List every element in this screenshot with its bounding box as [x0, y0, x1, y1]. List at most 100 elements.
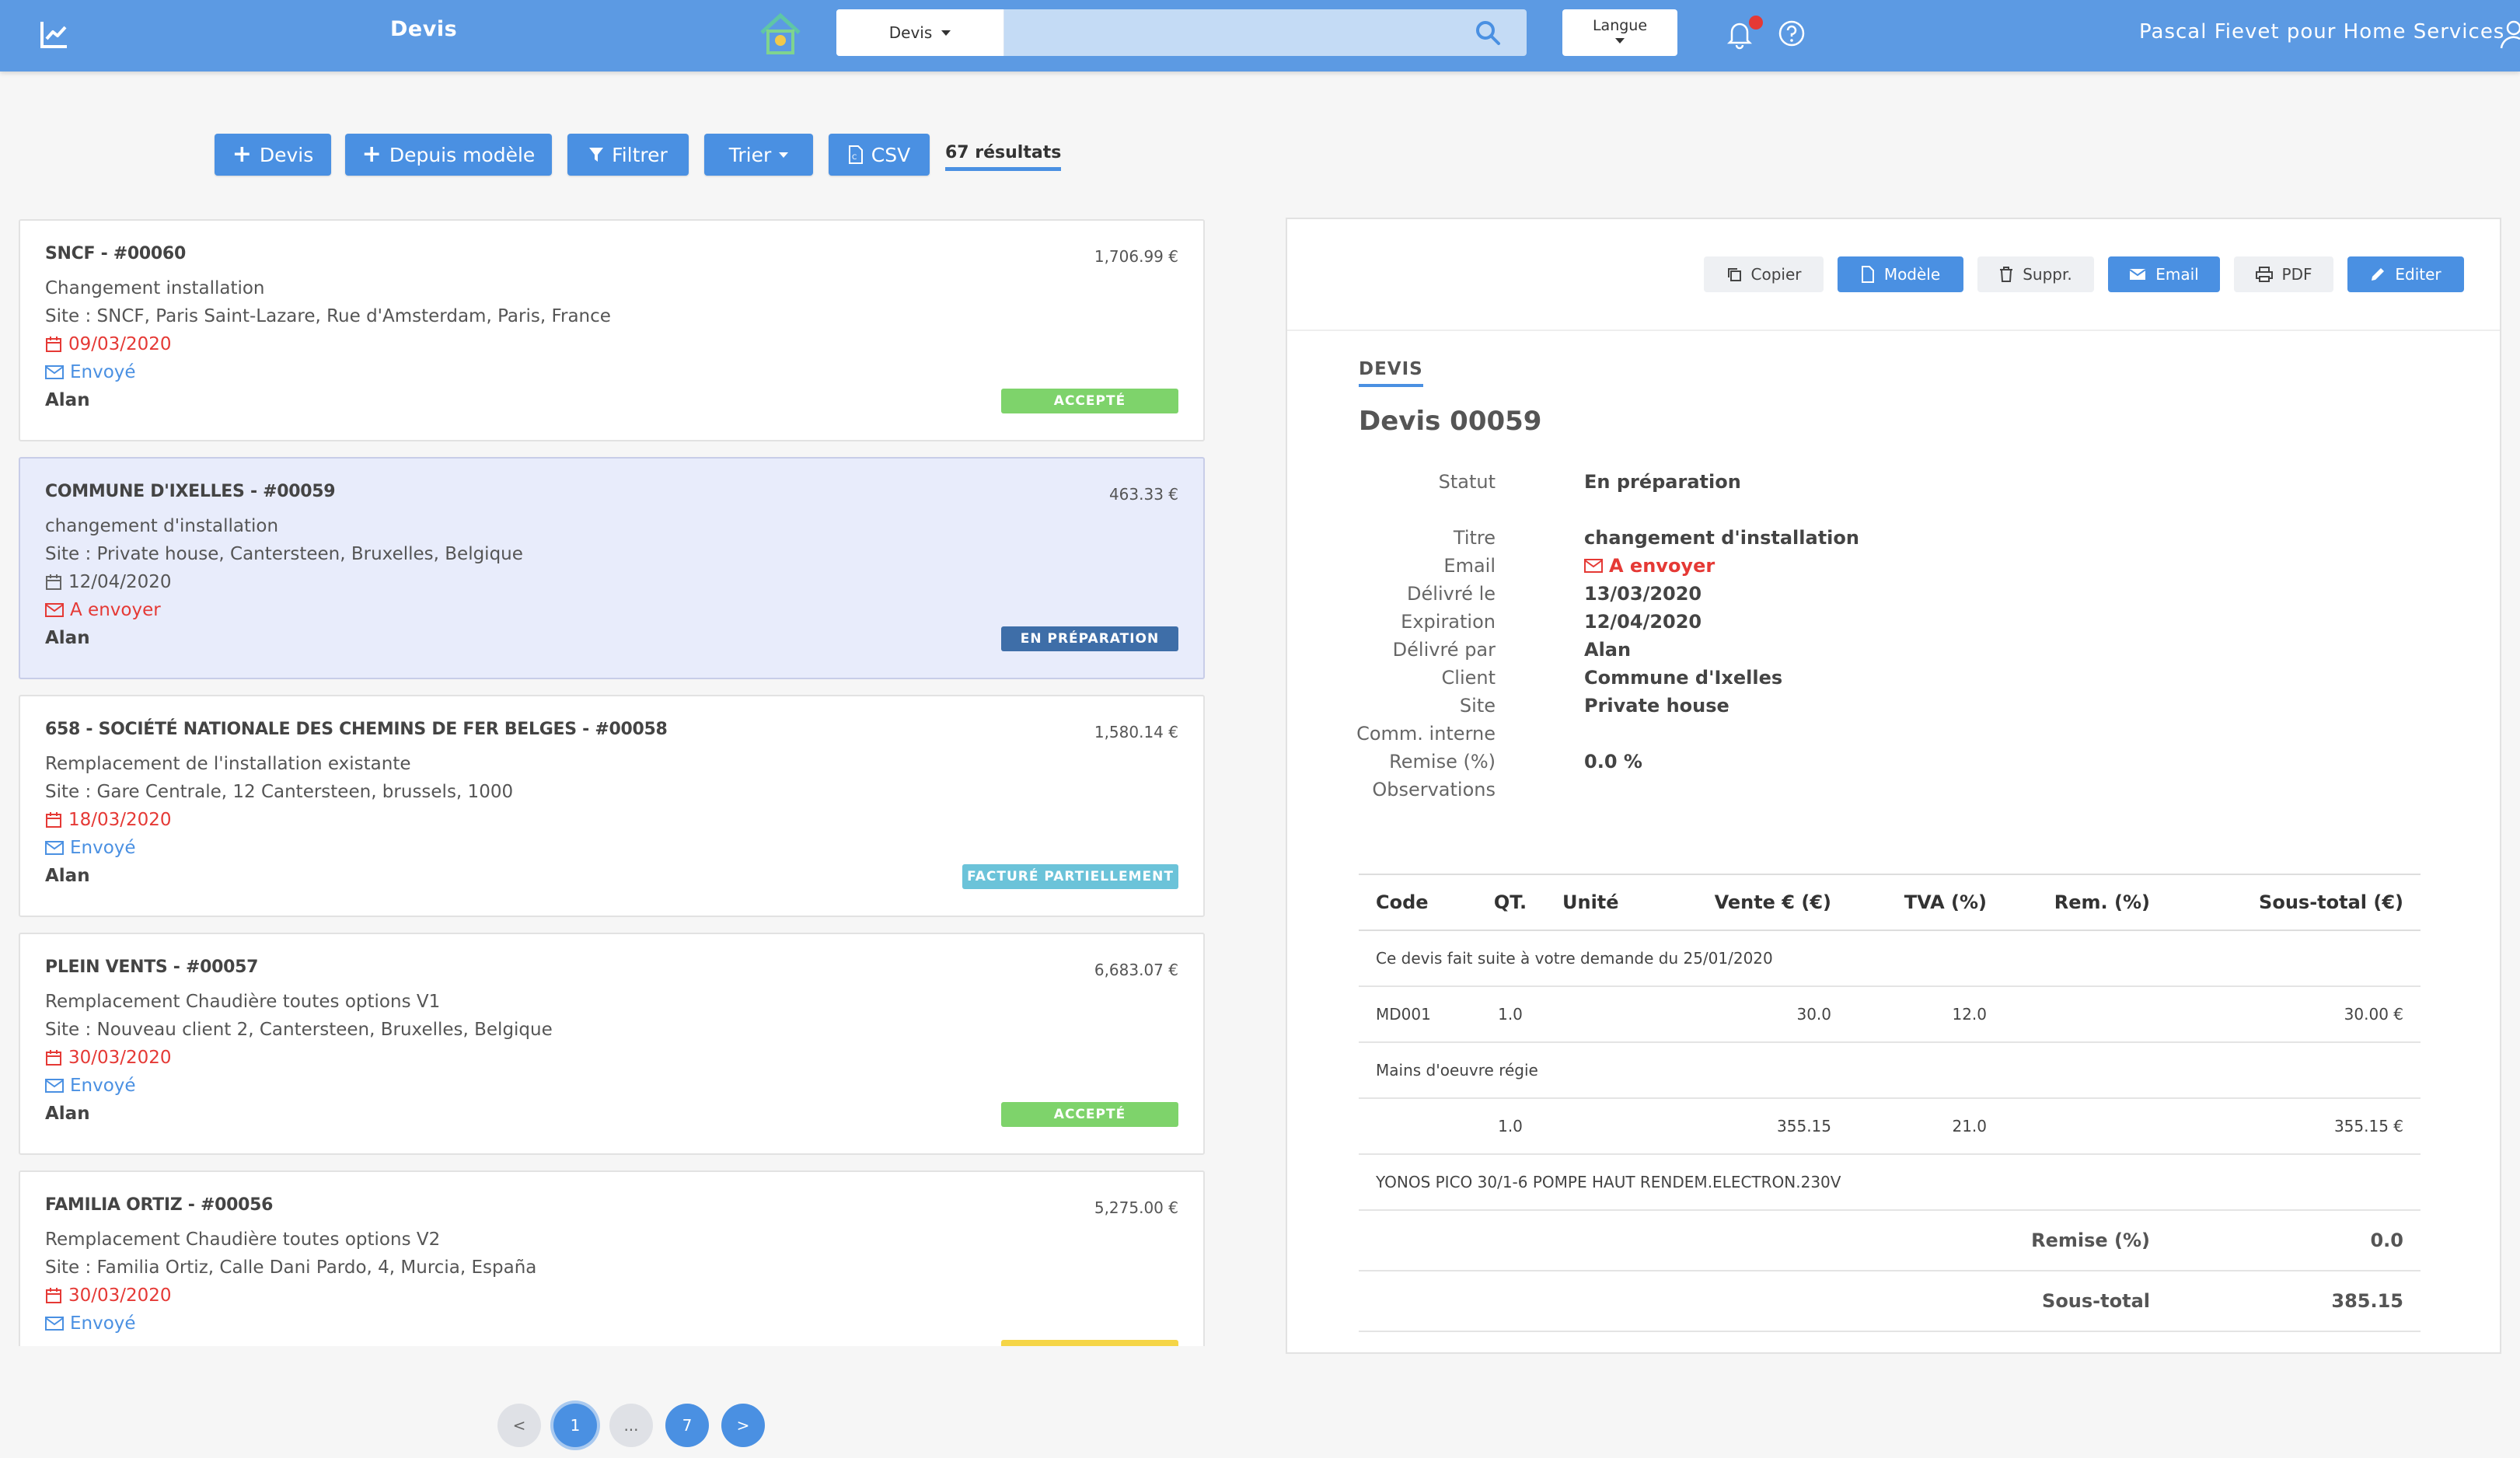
total-row-subtotal: Sous-total 385.15 — [1359, 1271, 2421, 1332]
quote-author: Alan — [45, 390, 90, 410]
quote-amount: 1,580.14 € — [1094, 723, 1178, 741]
quote-mail-status-text: Envoyé — [70, 362, 136, 382]
quote-date: 30/03/2020 — [45, 1048, 172, 1068]
delete-button[interactable]: Suppr. — [1977, 256, 2094, 292]
top-navbar: Devis Devis Langue Pascal Fievet pour Ho… — [0, 0, 2520, 72]
quote-mail-status: Envoyé — [45, 1076, 136, 1096]
quote-mail-status: Envoyé — [45, 362, 136, 382]
field-value-discount: 0.0 % — [1584, 751, 1642, 773]
quote-date-text: 30/03/2020 — [68, 1048, 172, 1068]
home-services-logo-icon[interactable] — [756, 9, 805, 59]
calendar-icon — [46, 1050, 61, 1066]
quote-mail-status: Envoyé — [45, 838, 136, 858]
quote-date: 30/03/2020 — [45, 1285, 172, 1306]
cell-unit — [1545, 986, 1646, 1043]
quote-card[interactable]: 658 - SOCIÉTÉ NATIONALE DES CHEMINS DE F… — [19, 695, 1205, 917]
field-label-observations: Observations — [1372, 779, 1496, 801]
search-scope-label: Devis — [888, 23, 933, 42]
help-icon[interactable] — [1777, 19, 1806, 48]
table-row-note: YONOS PICO 30/1-6 POMPE HAUT RENDEM.ELEC… — [1359, 1154, 2421, 1211]
pagination-next[interactable]: > — [721, 1404, 765, 1447]
csv-export-button[interactable]: C CSV — [829, 134, 930, 176]
quote-card[interactable]: PLEIN VENTS - #00057 6,683.07 € Remplace… — [19, 933, 1205, 1155]
envelope-icon — [45, 1317, 64, 1331]
quote-card-selected[interactable]: COMMUNE D'IXELLES - #00059 463.33 € chan… — [19, 457, 1205, 679]
file-icon — [1861, 266, 1874, 283]
sort-button[interactable]: Trier — [704, 134, 813, 176]
table-row[interactable]: 1.0 355.15 21.0 355.15 € — [1359, 1098, 2421, 1155]
quote-card[interactable]: FAMILIA ORTIZ - #00056 5,275.00 € Rempla… — [19, 1170, 1205, 1346]
quote-detail-panel: Copier Modèle Suppr. Email PDF Editer DE… — [1286, 218, 2501, 1354]
caret-down-icon — [1615, 38, 1625, 44]
quote-card[interactable]: SNCF - #00060 1,706.99 € Changement inst… — [19, 219, 1205, 441]
field-label-status: Statut — [1438, 471, 1496, 493]
caret-down-icon — [779, 152, 789, 158]
pagination-prev[interactable]: < — [497, 1404, 541, 1447]
envelope-icon — [1584, 559, 1603, 573]
pencil-icon — [2372, 268, 2385, 281]
field-value-issued: 13/03/2020 — [1584, 583, 1702, 605]
quote-title: FAMILIA ORTIZ - #00056 — [45, 1195, 274, 1215]
pdf-label: PDF — [2281, 265, 2312, 284]
quote-amount: 6,683.07 € — [1094, 961, 1178, 979]
email-label: Email — [2155, 265, 2199, 284]
filter-label: Filtrer — [612, 143, 668, 166]
add-devis-button[interactable]: + Devis — [215, 134, 331, 176]
cell-discount — [2004, 1098, 2167, 1155]
quote-author: Alan — [45, 866, 90, 886]
filter-button[interactable]: Filtrer — [567, 134, 689, 176]
language-dropdown[interactable]: Langue — [1562, 9, 1677, 56]
search-input[interactable] — [1004, 9, 1471, 56]
from-template-label: Depuis modèle — [389, 143, 536, 166]
template-button[interactable]: Modèle — [1838, 256, 1963, 292]
quote-author: Alan — [45, 1104, 90, 1124]
field-label-email: Email — [1443, 555, 1496, 577]
field-value-client: Commune d'Ixelles — [1584, 667, 1783, 689]
calendar-icon — [46, 337, 61, 352]
pagination-page-current[interactable]: 1 — [553, 1404, 597, 1447]
envelope-icon — [45, 365, 64, 379]
tab-devis[interactable]: DEVIS — [1359, 359, 1423, 387]
quote-date: 09/03/2020 — [45, 334, 172, 354]
edit-button[interactable]: Editer — [2347, 256, 2464, 292]
search-scope-select[interactable]: Devis — [836, 9, 1004, 56]
copy-icon — [1727, 268, 1741, 281]
search-icon[interactable] — [1474, 19, 1502, 47]
chart-line-icon[interactable] — [39, 19, 70, 50]
calendar-icon — [46, 812, 61, 828]
quote-mail-status-text: Envoyé — [70, 1313, 136, 1334]
quote-date: 18/03/2020 — [45, 810, 172, 830]
user-icon[interactable] — [2497, 19, 2520, 50]
subtotal-label: Sous-total — [1359, 1271, 2167, 1332]
field-value-title: changement d'installation — [1584, 527, 1859, 549]
user-label[interactable]: Pascal Fievet pour Home Services — [2139, 20, 2504, 44]
cell-unit — [1545, 1098, 1646, 1155]
copy-button[interactable]: Copier — [1704, 256, 1824, 292]
field-value-expiry: 12/04/2020 — [1584, 611, 1702, 633]
sort-label: Trier — [728, 143, 772, 166]
pagination-page-last[interactable]: 7 — [665, 1404, 709, 1447]
pdf-button[interactable]: PDF — [2234, 256, 2333, 292]
email-button[interactable]: Email — [2108, 256, 2220, 292]
add-devis-label: Devis — [259, 143, 314, 166]
field-label-issued-by: Délivré par — [1392, 639, 1496, 661]
table-row[interactable]: MD001 1.0 30.0 12.0 30.00 € — [1359, 986, 2421, 1043]
field-label-site: Site — [1459, 695, 1496, 717]
plus-icon: + — [232, 141, 252, 168]
status-badge: FACTURÉ PARTIELLEMENT — [962, 864, 1178, 889]
quote-mail-status-text: Envoyé — [70, 838, 136, 858]
note-text: YONOS PICO 30/1-6 POMPE HAUT RENDEM.ELEC… — [1359, 1154, 2421, 1211]
delete-label: Suppr. — [2023, 265, 2072, 284]
cell-vat: 12.0 — [1848, 986, 2004, 1043]
quote-description: changement d'installation — [45, 516, 279, 536]
quote-author: Alan — [45, 628, 90, 648]
status-badge: EN PRÉPARATION — [1001, 626, 1178, 651]
quote-date: 12/04/2020 — [45, 572, 172, 592]
quote-amount: 463.33 € — [1108, 485, 1178, 504]
calendar-icon — [46, 1288, 61, 1303]
quote-date-text: 12/04/2020 — [68, 572, 172, 592]
cell-qty: 1.0 — [1475, 986, 1545, 1043]
field-value-status: En préparation — [1584, 471, 1741, 493]
from-template-button[interactable]: + Depuis modèle — [345, 134, 552, 176]
status-badge — [1001, 1340, 1178, 1346]
